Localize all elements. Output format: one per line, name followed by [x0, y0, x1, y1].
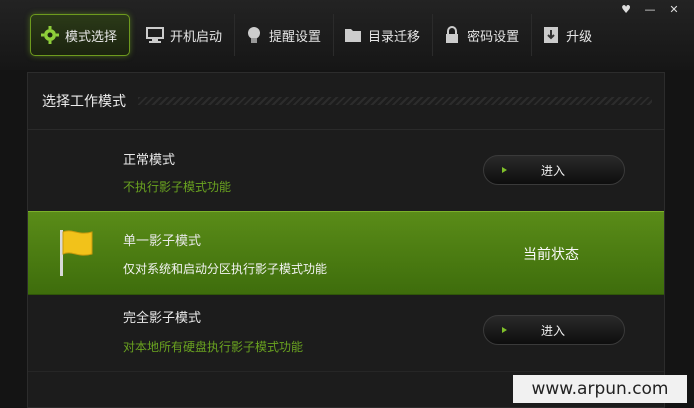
mode-row-full-shadow: 完全影子模式 对本地所有硬盘执行影子模式功能 进入 — [28, 293, 664, 372]
enter-label: 进入 — [541, 323, 566, 338]
current-status-label: 当前状态 — [523, 247, 579, 263]
tab-label: 模式选择 — [65, 29, 118, 45]
tab-label: 升级 — [566, 29, 593, 45]
tab-label: 密码设置 — [467, 29, 520, 45]
menu-icon[interactable]: ♥ — [620, 4, 632, 16]
mode-name: 完全影子模式 — [123, 311, 202, 326]
window-controls: ♥ — ✕ — [620, 4, 680, 16]
tab-upgrade[interactable]: 升级 — [532, 14, 604, 56]
mode-row-normal: 正常模式 不执行影子模式功能 进入 — [28, 129, 664, 212]
monitor-icon — [144, 24, 166, 46]
tab-label: 开机启动 — [170, 29, 223, 45]
mode-name: 单一影子模式 — [123, 234, 202, 249]
download-icon — [540, 24, 562, 46]
enter-label: 进入 — [541, 163, 566, 178]
gear-icon — [39, 24, 61, 46]
mode-desc: 不执行影子模式功能 — [123, 180, 232, 194]
enter-normal-button[interactable]: 进入 — [483, 155, 625, 185]
tab-mode-select[interactable]: 模式选择 — [30, 14, 131, 56]
minimize-icon[interactable]: — — [644, 4, 656, 16]
tab-reminder[interactable]: 提醒设置 — [235, 14, 335, 56]
mode-desc: 仅对系统和启动分区执行影子模式功能 — [123, 262, 328, 276]
tab-bar: 模式选择 开机启动 提醒设置 目录迁移 密码设置 升级 — [30, 14, 604, 56]
header-divider — [138, 97, 652, 105]
flag-icon — [60, 230, 93, 276]
title-bar: ♥ — ✕ 模式选择 开机启动 提醒设置 目录迁移 密码设置 升级 — [0, 0, 694, 70]
close-icon[interactable]: ✕ — [668, 4, 680, 16]
tab-password[interactable]: 密码设置 — [433, 14, 533, 56]
panel-header: 选择工作模式 — [28, 73, 664, 130]
mode-name: 正常模式 — [123, 153, 176, 168]
mode-panel: 选择工作模式 正常模式 不执行影子模式功能 进入 单一影子模式 仅对系统和启动分… — [27, 72, 665, 408]
watermark: www.arpun.com — [513, 375, 687, 403]
lock-icon — [441, 24, 463, 46]
play-icon — [502, 327, 507, 333]
panel-title: 选择工作模式 — [42, 94, 126, 110]
folder-icon — [342, 24, 364, 46]
tab-startup[interactable]: 开机启动 — [136, 14, 236, 56]
play-icon — [502, 167, 507, 173]
enter-full-button[interactable]: 进入 — [483, 315, 625, 345]
tab-label: 提醒设置 — [269, 29, 322, 45]
mode-desc: 对本地所有硬盘执行影子模式功能 — [123, 340, 304, 354]
bulb-icon — [243, 24, 265, 46]
tab-label: 目录迁移 — [368, 29, 421, 45]
mode-row-single-shadow: 单一影子模式 仅对系统和启动分区执行影子模式功能 当前状态 — [28, 211, 664, 295]
tab-directory-migration[interactable]: 目录迁移 — [334, 14, 434, 56]
